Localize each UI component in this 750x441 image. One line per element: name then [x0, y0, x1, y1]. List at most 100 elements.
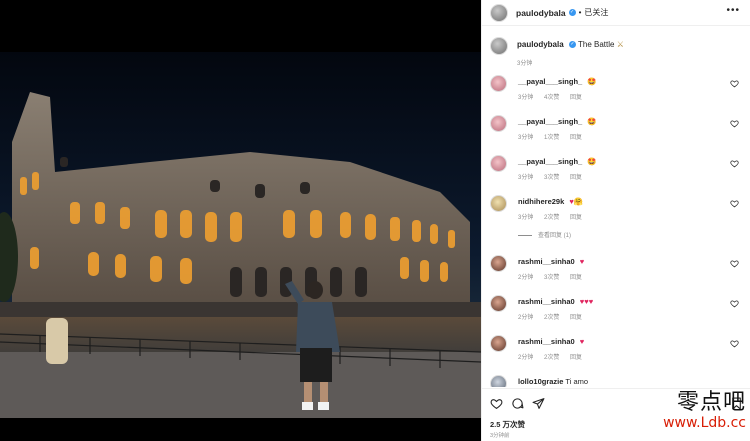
verified-badge-icon: ✓ [568, 9, 576, 16]
post-timestamp: 3分钟前 [490, 433, 510, 439]
comment-meta: 3分钟 3次赞 回复 [518, 172, 591, 181]
comment-text: lollo10grazie Ti amo [518, 377, 588, 386]
reply-button[interactable]: 回复 [570, 175, 582, 181]
like-comment-heart-icon[interactable] [730, 259, 739, 268]
caption-body: The Battle [578, 40, 615, 49]
comment-text: rashmi__sinha0 ♥ [518, 257, 584, 266]
view-replies-label: 查看回复 (1) [538, 233, 572, 239]
comment-likes[interactable]: 3次赞 [544, 175, 559, 181]
caption-avatar[interactable] [490, 37, 508, 55]
watermark-url: www.Ldb.cc [663, 415, 746, 431]
comment-item: __payal___singh_ 🤩 3分钟 3次赞 回复 [490, 155, 745, 191]
comment-meta: 2分钟 2次赞 回复 [518, 352, 591, 361]
commenter-avatar[interactable] [490, 155, 507, 172]
post-photo[interactable] [0, 52, 481, 418]
commenter-username[interactable]: rashmi__sinha0 [518, 257, 575, 266]
comment-likes[interactable]: 2次赞 [544, 215, 559, 221]
commenter-username[interactable]: __payal___singh_ [518, 77, 582, 86]
like-comment-heart-icon[interactable] [730, 159, 739, 168]
commenter-avatar[interactable] [490, 255, 507, 272]
comment-meta: 2分钟 2次赞 回复 [518, 312, 591, 321]
like-comment-heart-icon[interactable] [730, 339, 739, 348]
comment-meta: 3分钟 2次赞 回复 [518, 212, 591, 221]
comment-time: 3分钟 [518, 95, 534, 101]
comment-text: nidhihere29k ♥🤗 [518, 197, 583, 206]
author-avatar[interactable] [490, 3, 508, 22]
reply-button[interactable]: 回复 [570, 355, 582, 361]
comment-likes[interactable]: 2次赞 [544, 315, 559, 321]
commenter-username[interactable]: __payal___singh_ [518, 117, 582, 126]
comment-meta: 3分钟 4次赞 回复 [518, 92, 591, 101]
comment-item: rashmi__sinha0 ♥ 2分钟 2次赞 回复 [490, 335, 745, 371]
replies-line [518, 234, 532, 236]
reply-button[interactable]: 回复 [570, 95, 582, 101]
comment-likes[interactable]: 4次赞 [544, 95, 559, 101]
reply-button[interactable]: 回复 [570, 315, 582, 321]
separator-dot: • [578, 8, 582, 17]
comment-text: rashmi__sinha0 ♥♥♥ [518, 297, 593, 306]
comment-time: 2分钟 [518, 315, 534, 321]
comment-item: rashmi__sinha0 ♥♥♥ 2分钟 2次赞 回复 [490, 295, 745, 331]
commenter-avatar[interactable] [490, 115, 507, 132]
crossed-swords-icon: ⚔ [616, 40, 624, 49]
commenter-username[interactable]: lollo10grazie [518, 377, 563, 386]
comment-emoji: 🤩 [587, 77, 597, 86]
comment-item: __payal___singh_ 🤩 3分钟 1次赞 回复 [490, 115, 745, 151]
reply-button[interactable]: 回复 [570, 215, 582, 221]
follow-state-button[interactable]: 已关注 [584, 7, 608, 18]
comment-emoji: 🤩 [587, 157, 597, 166]
like-comment-heart-icon[interactable] [730, 199, 739, 208]
comment-item: lollo10grazie Ti amo [490, 375, 745, 387]
commenter-username[interactable]: rashmi__sinha0 [518, 337, 575, 346]
comment-item: rashmi__sinha0 ♥ 2分钟 3次赞 回复 [490, 255, 745, 291]
like-comment-heart-icon[interactable] [730, 299, 739, 308]
commenter-username[interactable]: __payal___singh_ [518, 157, 582, 166]
like-heart-icon[interactable] [490, 397, 503, 410]
comment-likes[interactable]: 1次赞 [544, 135, 559, 141]
comment-meta: 2分钟 3次赞 回复 [518, 272, 591, 281]
commenter-avatar[interactable] [490, 335, 507, 352]
likes-count[interactable]: 2.5 万次赞 [490, 419, 525, 430]
comment-likes[interactable]: 3次赞 [544, 275, 559, 281]
comment-time: 3分钟 [518, 175, 534, 181]
verified-badge-icon: ✓ [568, 41, 576, 49]
comment-bubble-icon[interactable] [511, 397, 524, 410]
watermark-chinese-text: 零点吧 [676, 390, 746, 415]
like-comment-heart-icon[interactable] [730, 79, 739, 88]
reply-button[interactable]: 回复 [570, 275, 582, 281]
comment-likes[interactable]: 2次赞 [544, 355, 559, 361]
post-side-panel: paulodybala ✓ • 已关注 ••• paulodybala ✓ Th… [481, 0, 750, 441]
caption-text: paulodybala ✓ The Battle ⚔ [517, 40, 624, 49]
comment-emoji: 🤩 [587, 117, 597, 126]
like-comment-heart-icon[interactable] [730, 119, 739, 128]
commenter-avatar[interactable] [490, 375, 507, 387]
commenter-username[interactable]: rashmi__sinha0 [518, 297, 575, 306]
comment-emoji: ♥ [579, 257, 585, 266]
more-options-icon[interactable]: ••• [726, 5, 740, 16]
comment-time: 2分钟 [518, 275, 534, 281]
comment-text: __payal___singh_ 🤩 [518, 157, 597, 166]
view-replies-button[interactable]: 查看回复 (1) [518, 230, 571, 239]
site-watermark: 零点吧 www.Ldb.cc [663, 390, 746, 432]
post-photo-area [0, 0, 481, 441]
comment-time: 2分钟 [518, 355, 534, 361]
comment-emoji: ♥♥♥ [579, 297, 594, 306]
author-username[interactable]: paulodybala [516, 8, 566, 18]
comment-text: rashmi__sinha0 ♥ [518, 337, 584, 346]
comment-emoji: ♥🤗 [569, 197, 584, 206]
comment-item: __payal___singh_ 🤩 3分钟 4次赞 回复 [490, 75, 745, 111]
caption-username[interactable]: paulodybala [517, 40, 564, 49]
comments-list[interactable]: paulodybala ✓ The Battle ⚔ 3分钟 __payal__… [482, 27, 750, 387]
reply-button[interactable]: 回复 [570, 135, 582, 141]
commenter-avatar[interactable] [490, 195, 507, 212]
comment-time: 3分钟 [518, 215, 534, 221]
commenter-username[interactable]: nidhihere29k [518, 197, 564, 206]
comment-body: Ti amo [565, 377, 589, 386]
action-icons [490, 397, 545, 410]
caption-timestamp: 3分钟 [517, 61, 533, 67]
comment-emoji: ♥ [579, 337, 585, 346]
share-send-icon[interactable] [532, 397, 545, 410]
commenter-avatar[interactable] [490, 295, 507, 312]
comment-meta: 3分钟 1次赞 回复 [518, 132, 591, 141]
commenter-avatar[interactable] [490, 75, 507, 92]
